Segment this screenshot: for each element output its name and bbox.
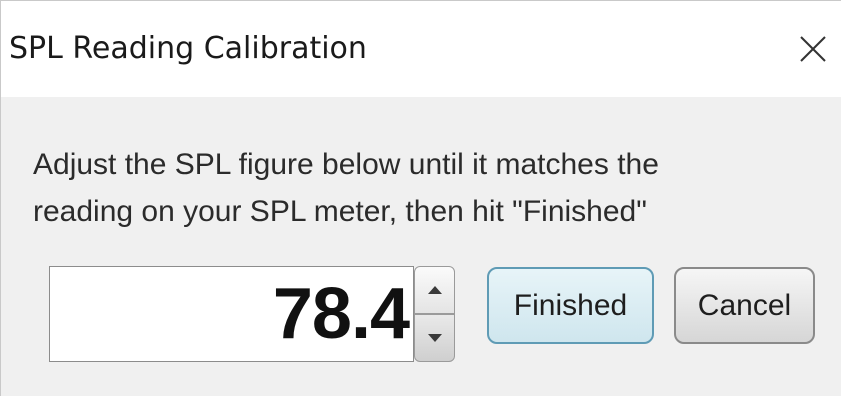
spin-down-button[interactable] (414, 314, 455, 362)
finished-button[interactable]: Finished (487, 267, 654, 344)
dialog-content: Adjust the SPL figure below until it mat… (1, 97, 841, 396)
close-icon (800, 36, 826, 62)
close-button[interactable] (791, 29, 835, 69)
cancel-button[interactable]: Cancel (674, 267, 815, 344)
spl-value-input[interactable]: 78.4 (49, 266, 414, 362)
instruction-line-2: reading on your SPL meter, then hit "Fin… (33, 195, 647, 228)
instruction-text: Adjust the SPL figure below until it mat… (33, 141, 813, 235)
spin-up-button[interactable] (414, 266, 455, 314)
chevron-up-icon (427, 286, 442, 294)
title-bar: SPL Reading Calibration (1, 1, 841, 97)
spl-value: 78.4 (272, 274, 410, 354)
chevron-down-icon (427, 334, 442, 342)
instruction-line-1: Adjust the SPL figure below until it mat… (33, 148, 659, 181)
spl-spinner (414, 266, 455, 362)
calibration-dialog: SPL Reading Calibration Adjust the SPL f… (0, 0, 841, 396)
window-title: SPL Reading Calibration (9, 31, 367, 66)
